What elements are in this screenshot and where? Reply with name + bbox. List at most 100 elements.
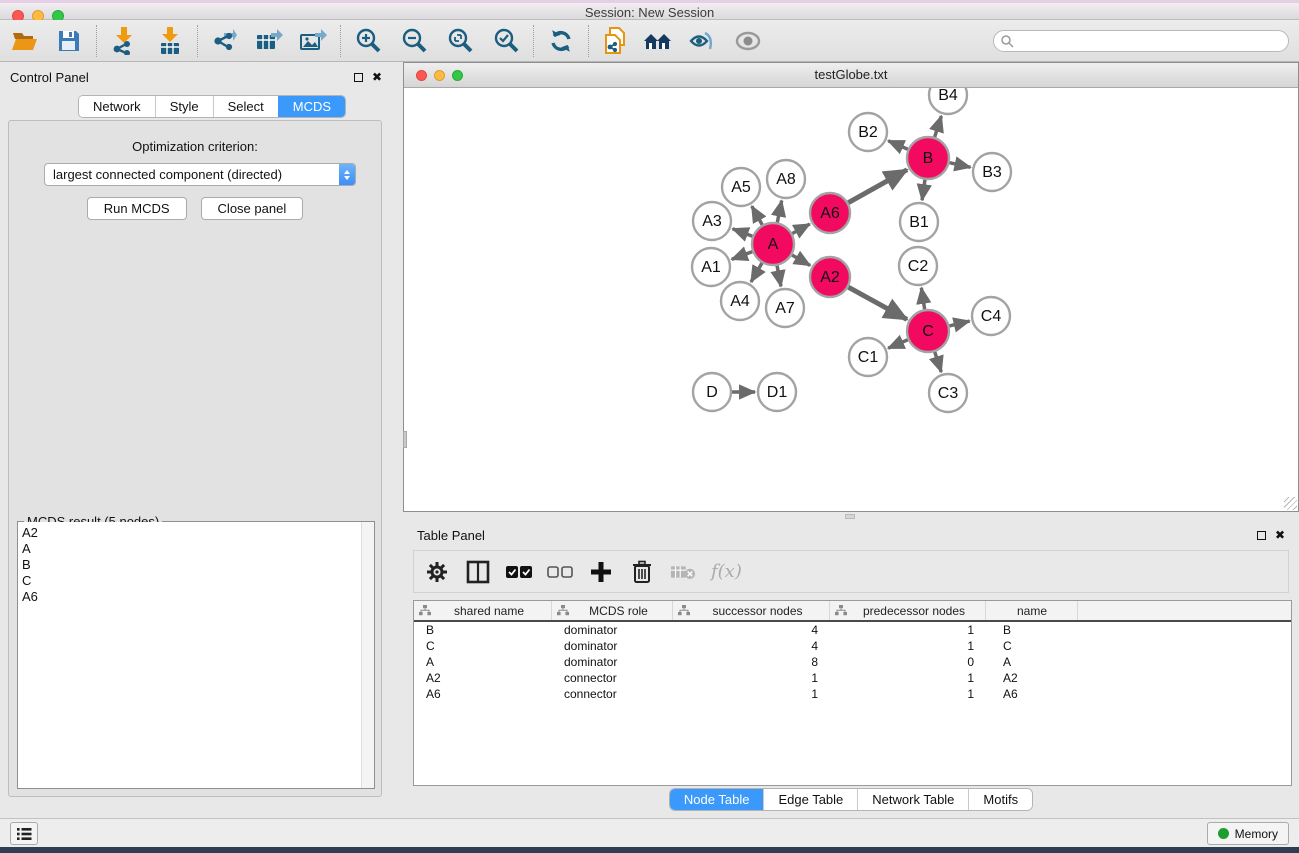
result-item[interactable]: A6 xyxy=(22,589,358,605)
zoom-out-icon[interactable] xyxy=(397,24,431,58)
graph-edge-A-A4[interactable] xyxy=(751,263,762,282)
graph-edge-B-B4[interactable] xyxy=(935,116,942,137)
control-panel-title: Control Panel xyxy=(10,70,89,85)
memory-label: Memory xyxy=(1235,827,1278,841)
window-edge-handle[interactable] xyxy=(403,431,407,448)
graph-edge-C-C4[interactable] xyxy=(949,321,969,326)
column-header[interactable]: MCDS role xyxy=(552,601,673,620)
tab-motifs[interactable]: Motifs xyxy=(968,789,1032,810)
export-image-icon[interactable] xyxy=(296,24,330,58)
select-all-icon[interactable] xyxy=(506,559,532,585)
deselect-all-icon[interactable] xyxy=(547,559,573,585)
graph-edge-A-A5[interactable] xyxy=(752,206,762,225)
zoom-in-icon[interactable] xyxy=(351,24,385,58)
search-input[interactable] xyxy=(993,30,1289,52)
graph-edge-C-C2[interactable] xyxy=(921,288,924,310)
graph-node-label: A xyxy=(768,236,779,253)
open-session-icon[interactable] xyxy=(8,24,42,58)
panel-divider-handle[interactable] xyxy=(845,514,855,519)
import-network-icon[interactable] xyxy=(107,24,141,58)
graph-node-label: A2 xyxy=(820,269,840,286)
float-panel-icon[interactable] xyxy=(354,73,363,82)
graph-edge-C-C3[interactable] xyxy=(935,352,941,372)
zoom-selected-icon[interactable] xyxy=(489,24,523,58)
main-toolbar xyxy=(0,20,1299,62)
graph-edge-C-C1[interactable] xyxy=(888,340,908,349)
toolbar-separator xyxy=(588,25,589,57)
result-item[interactable]: C xyxy=(22,573,358,589)
network-canvas[interactable]: AA1A2A3A4A5A6A7A8BB1B2B3B4CC1C2C3C4DD1 xyxy=(404,88,1298,511)
table-cell: 1 xyxy=(830,687,986,701)
graph-node-label: A5 xyxy=(731,179,751,196)
list-icon xyxy=(16,827,32,841)
table-row[interactable]: Adominator80A xyxy=(414,654,1291,670)
tab-mcds[interactable]: MCDS xyxy=(278,96,345,117)
add-column-icon[interactable] xyxy=(588,559,614,585)
column-header[interactable]: name xyxy=(986,601,1078,620)
close-panel-button[interactable]: Close panel xyxy=(201,197,304,220)
tab-style[interactable]: Style xyxy=(155,96,213,117)
graph-edge-A-A2[interactable] xyxy=(792,255,810,265)
run-mcds-button[interactable]: Run MCDS xyxy=(87,197,187,220)
tab-edge-table[interactable]: Edge Table xyxy=(763,789,857,810)
graph-edge-A-A8[interactable] xyxy=(777,201,781,223)
memory-button[interactable]: Memory xyxy=(1207,822,1289,845)
table-body: Bdominator41BCdominator41CAdominator80AA… xyxy=(414,622,1291,702)
graph-edge-A-A7[interactable] xyxy=(777,266,781,287)
gear-icon[interactable] xyxy=(424,559,450,585)
optimization-criterion-label: Optimization criterion: xyxy=(9,139,381,154)
tab-network[interactable]: Network xyxy=(79,96,155,117)
result-scrollbar[interactable] xyxy=(361,522,374,788)
tab-network-table[interactable]: Network Table xyxy=(857,789,968,810)
optimization-criterion-select[interactable]: largest connected component (directed) xyxy=(44,163,356,186)
result-item[interactable]: A2 xyxy=(22,525,358,541)
mcds-tab-content: Optimization criterion: largest connecte… xyxy=(8,120,382,797)
table-row[interactable]: Bdominator41B xyxy=(414,622,1291,638)
graph-edge-A2-C[interactable] xyxy=(848,287,907,319)
column-layout-icon[interactable] xyxy=(465,559,491,585)
graph-edge-B-B1[interactable] xyxy=(922,180,925,200)
result-item[interactable]: A xyxy=(22,541,358,557)
table-cell: 0 xyxy=(830,655,986,669)
resize-grip[interactable] xyxy=(1284,497,1297,510)
table-row[interactable]: Cdominator41C xyxy=(414,638,1291,654)
graph-node-label: A8 xyxy=(776,171,796,188)
result-item[interactable]: B xyxy=(22,557,358,573)
graph-node-label: A6 xyxy=(820,205,840,222)
selected-option-label: largest connected component (directed) xyxy=(45,167,339,182)
export-table-icon[interactable] xyxy=(252,24,286,58)
export-network-icon[interactable] xyxy=(208,24,242,58)
column-header[interactable]: shared name xyxy=(414,601,552,620)
graph-edge-B-B3[interactable] xyxy=(949,163,970,168)
column-header[interactable]: predecessor nodes xyxy=(830,601,986,620)
delete-column-icon[interactable] xyxy=(629,559,655,585)
network-window-titlebar[interactable]: testGlobe.txt xyxy=(404,63,1298,88)
table-cell: A6 xyxy=(986,687,1078,701)
float-table-panel-icon[interactable] xyxy=(1257,531,1266,540)
column-header[interactable]: successor nodes xyxy=(673,601,830,620)
duplicate-network-icon[interactable] xyxy=(599,24,633,58)
table-row[interactable]: A6connector11A6 xyxy=(414,686,1291,702)
close-table-panel-icon[interactable]: ✖ xyxy=(1275,531,1285,540)
graph-edge-A-A6[interactable] xyxy=(792,224,809,234)
zoom-fit-icon[interactable] xyxy=(443,24,477,58)
tab-select[interactable]: Select xyxy=(213,96,278,117)
graph-edge-A6-B[interactable] xyxy=(848,170,907,203)
home-icon[interactable] xyxy=(641,24,675,58)
save-session-icon[interactable] xyxy=(52,24,86,58)
tab-node-table[interactable]: Node Table xyxy=(670,789,764,810)
import-table-icon[interactable] xyxy=(153,24,187,58)
hide-graphics-icon[interactable] xyxy=(685,24,719,58)
graph-edge-A-A3[interactable] xyxy=(733,229,753,236)
mcds-result-box: MCDS result (5 nodes) A2ABCA6 xyxy=(17,521,375,789)
table-cell: 1 xyxy=(830,671,986,685)
graph-node-label: B2 xyxy=(858,124,878,141)
table-row[interactable]: A2connector11A2 xyxy=(414,670,1291,686)
refresh-icon[interactable] xyxy=(544,24,578,58)
close-panel-icon[interactable]: ✖ xyxy=(372,73,382,82)
graph-edge-B-B2[interactable] xyxy=(888,141,908,150)
graph-edge-A-A1[interactable] xyxy=(732,252,753,260)
task-history-button[interactable] xyxy=(10,822,38,845)
graph-node-label: C2 xyxy=(908,258,929,275)
show-graphics-icon[interactable] xyxy=(731,24,765,58)
